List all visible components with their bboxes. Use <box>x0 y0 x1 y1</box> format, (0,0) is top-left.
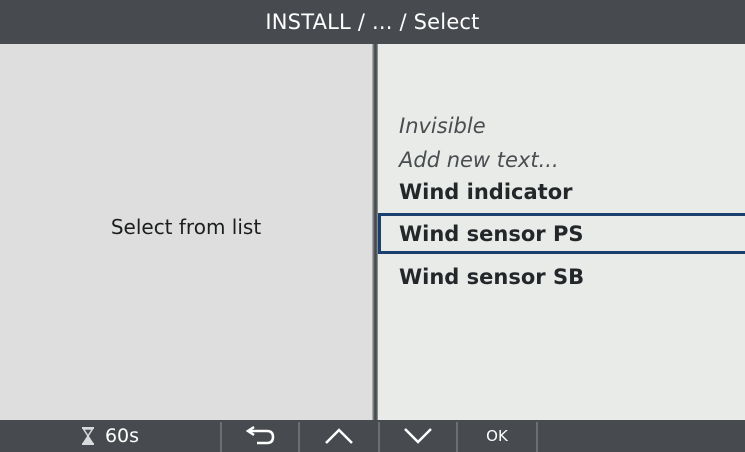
timeout-indicator: 60s <box>0 420 220 452</box>
softkey-divider <box>536 422 538 452</box>
list-item-invisible[interactable]: Invisible <box>399 112 486 140</box>
breadcrumb-title: INSTALL / ... / Select <box>265 10 480 34</box>
list-item-label: Wind indicator <box>399 180 573 204</box>
scroll-up-button[interactable] <box>300 420 378 452</box>
chevron-up-icon <box>325 428 353 444</box>
timeout-value: 60s <box>104 425 140 447</box>
list-item-label: Invisible <box>399 114 486 138</box>
install-select-screen: INSTALL / ... / Select Select from list … <box>0 0 745 452</box>
chevron-down-icon <box>404 428 432 444</box>
list-item-label: Wind sensor PS <box>399 222 584 246</box>
back-button[interactable] <box>222 420 298 452</box>
ok-button[interactable]: OK <box>458 420 536 452</box>
selection-list: Invisible Add new text... Wind indicator… <box>378 44 745 420</box>
back-arrow-icon <box>245 426 275 445</box>
list-item-wind-sensor-sb[interactable]: Wind sensor SB <box>399 263 584 291</box>
hourglass-icon <box>81 427 94 445</box>
list-item-wind-indicator[interactable]: Wind indicator <box>399 178 572 206</box>
list-item-label: Add new text... <box>399 148 559 172</box>
info-pane: Select from list <box>0 44 372 420</box>
softkey-bar: 60s OK <box>0 420 745 452</box>
scroll-down-button[interactable] <box>380 420 456 452</box>
title-bar: INSTALL / ... / Select <box>0 0 745 44</box>
ok-label: OK <box>486 427 508 445</box>
list-item-add-new-text[interactable]: Add new text... <box>399 146 559 174</box>
list-item-label: Wind sensor SB <box>399 265 585 289</box>
list-item-wind-sensor-ps[interactable]: Wind sensor PS <box>399 220 583 248</box>
select-prompt: Select from list <box>110 215 262 239</box>
